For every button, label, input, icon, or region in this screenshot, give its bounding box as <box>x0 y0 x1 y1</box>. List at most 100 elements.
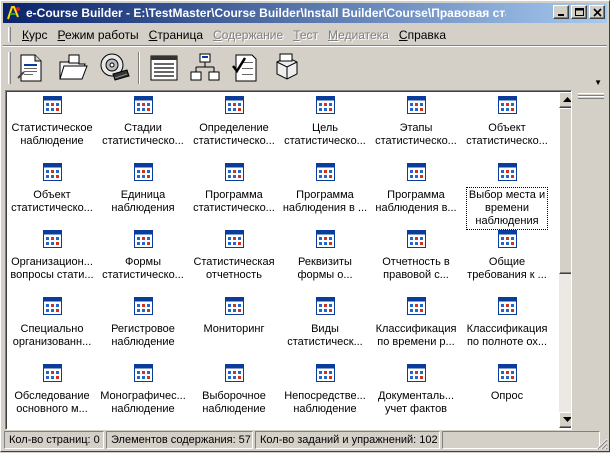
content-item[interactable]: Объект статистическо... <box>462 92 552 156</box>
content-item[interactable]: Общие требования к ... <box>462 226 552 290</box>
page-icon <box>407 96 426 114</box>
page-icon <box>407 163 426 181</box>
content-item[interactable]: Опрос <box>462 360 552 424</box>
new-page-icon[interactable] <box>14 50 48 86</box>
page-icon <box>316 230 335 248</box>
menu-item-4[interactable]: Тест <box>288 28 323 42</box>
title-bar[interactable]: e-Course Builder - E:\TestMaster\Course … <box>3 3 607 23</box>
scroll-down-button[interactable] <box>559 412 571 428</box>
content-item[interactable]: Программа наблюдения в... <box>371 159 461 223</box>
close-button[interactable] <box>589 5 605 19</box>
toolbar-grip[interactable] <box>8 52 11 84</box>
content-list-view[interactable]: Статистическое наблюдение Стадии статисти… <box>5 90 572 430</box>
content-item[interactable]: Объект статистическо... <box>7 159 97 223</box>
menu-item-3[interactable]: Содержание <box>208 28 288 42</box>
content-item-label: Статистическое наблюдение <box>11 122 93 147</box>
panel-grip[interactable] <box>578 96 604 99</box>
content-item-label: Объект статистическо... <box>11 189 93 214</box>
page-icon <box>407 364 426 382</box>
content-item[interactable]: Стадии статистическо... <box>98 92 188 156</box>
resize-grip-icon[interactable] <box>594 436 608 450</box>
content-item[interactable]: Обследование основного м... <box>7 360 97 424</box>
menu-item-2[interactable]: Страница <box>144 28 208 42</box>
status-empty <box>442 431 600 449</box>
content-item[interactable]: Виды статистическ... <box>280 293 370 357</box>
page-icon <box>316 163 335 181</box>
content-item-label: Отчетность в правовой с... <box>382 256 450 281</box>
menu-grip[interactable] <box>8 27 11 42</box>
content-item[interactable]: Монографичес... наблюдение <box>98 360 188 424</box>
content-item[interactable]: Статистическое наблюдение <box>7 92 97 156</box>
content-item[interactable]: Программа наблюдения в ... <box>280 159 370 223</box>
page-icon <box>316 364 335 382</box>
open-folder-icon[interactable] <box>56 50 90 86</box>
content-item[interactable]: Специально организованн... <box>7 293 97 357</box>
content-item[interactable]: Организацион... вопросы стати... <box>7 226 97 290</box>
package-icon[interactable] <box>270 50 304 86</box>
content-item-label: Определение статистическо... <box>193 122 275 147</box>
content-item[interactable]: Классификация по времени р... <box>371 293 461 357</box>
window-view-icon[interactable] <box>147 50 181 86</box>
content-item[interactable]: Формы статистическо... <box>98 226 188 290</box>
menu-bar: Курс Режим работы Страница Содержание Тест Ме… <box>4 25 606 44</box>
content-item[interactable]: Отчетность в правовой с... <box>371 226 461 290</box>
page-icon <box>498 96 517 114</box>
content-item-label: Цель статистическо... <box>284 122 366 147</box>
page-icon <box>134 230 153 248</box>
minimize-button[interactable] <box>553 5 569 19</box>
content-item[interactable]: Выборочное наблюдение <box>189 360 279 424</box>
content-item[interactable]: Классификация по полноте ох... <box>462 293 552 357</box>
cd-drive-icon[interactable] <box>98 50 132 86</box>
content-item-label: Статистическая отчетность <box>193 256 275 281</box>
menu-item-6[interactable]: Справка <box>394 28 451 42</box>
scroll-thumb[interactable] <box>559 108 571 274</box>
content-item-label: Формы статистическо... <box>102 256 184 281</box>
status-pages: Кол-во страниц: 0 <box>4 431 104 449</box>
content-item-label: Специально организованн... <box>12 323 92 348</box>
content-item-label: Выборочное наблюдение <box>202 390 266 415</box>
status-bar: Кол-во страниц: 0 Элементов содержания: … <box>4 431 608 450</box>
content-item[interactable]: Реквизиты формы о... <box>280 226 370 290</box>
content-item[interactable]: Программа статистическо... <box>189 159 279 223</box>
content-item[interactable]: Единица наблюдения <box>98 159 188 223</box>
page-icon <box>43 96 62 114</box>
page-icon <box>407 297 426 315</box>
checklist-icon[interactable] <box>229 50 263 86</box>
content-item-label: Выбор места и времени наблюдения <box>466 187 548 230</box>
page-icon <box>225 163 244 181</box>
toolbar-overflow-icon[interactable]: ▼ <box>594 78 602 87</box>
menu-item-0[interactable]: Курс <box>17 28 53 42</box>
content-item[interactable]: Выбор места и времени наблюдения <box>462 159 552 230</box>
page-icon <box>498 230 517 248</box>
content-item[interactable]: Статистическая отчетность <box>189 226 279 290</box>
content-item[interactable]: Этапы статистическо... <box>371 92 461 156</box>
vertical-scrollbar[interactable] <box>559 92 571 428</box>
hierarchy-icon[interactable] <box>188 50 222 86</box>
content-item[interactable]: Непосредстве... наблюдение <box>280 360 370 424</box>
content-item[interactable]: Цель статистическо... <box>280 92 370 156</box>
page-icon <box>134 364 153 382</box>
maximize-button[interactable] <box>571 5 587 19</box>
content-item[interactable]: Определение статистическо... <box>189 92 279 156</box>
page-icon <box>225 230 244 248</box>
content-item-label: Реквизиты формы о... <box>297 256 353 281</box>
content-item-label: Регистровое наблюдение <box>111 323 175 348</box>
content-item-label: Общие требования к ... <box>467 256 547 281</box>
status-elements: Элементов содержания: 57 <box>106 431 253 449</box>
content-item-label: Непосредстве... наблюдение <box>284 390 366 415</box>
page-icon <box>498 297 517 315</box>
content-item[interactable]: Документаль... учет фактов <box>371 360 461 424</box>
menu-item-5[interactable]: Медиатека <box>323 28 394 42</box>
content-item[interactable]: Регистровое наблюдение <box>98 293 188 357</box>
menu-toolbar-divider <box>3 45 607 47</box>
page-icon <box>134 96 153 114</box>
collapsed-side-panel <box>574 90 607 430</box>
content-item-label: Организацион... вопросы стати... <box>10 256 94 281</box>
app-logo-icon <box>6 5 22 21</box>
page-icon <box>134 163 153 181</box>
menu-item-1[interactable]: Режим работы <box>53 28 144 42</box>
window-title: e-Course Builder - E:\TestMaster\Course … <box>26 6 506 20</box>
scroll-up-button[interactable] <box>559 92 571 108</box>
content-item[interactable]: Мониторинг <box>189 293 279 357</box>
content-item-label: Этапы статистическо... <box>375 122 457 147</box>
